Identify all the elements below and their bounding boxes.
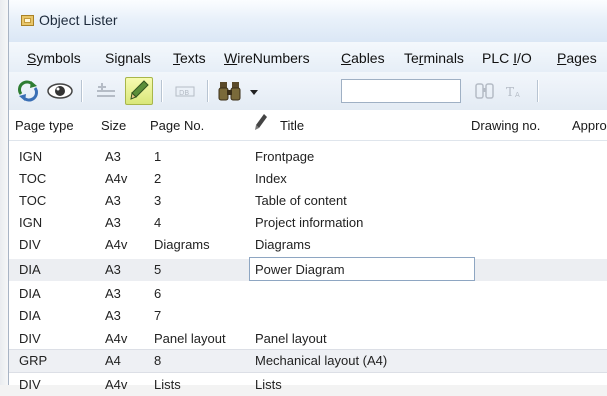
- cell-page-type: DIA: [19, 286, 41, 301]
- table-row[interactable]: DIV A4v Panel layout Panel layout: [9, 328, 607, 350]
- cell-page-type: DIA: [19, 308, 41, 323]
- menu-bar: Symbols Signals Texts WireNumbers Cables…: [9, 42, 607, 73]
- cell-page-type: GRP: [19, 353, 48, 368]
- toolbar-separator: [537, 80, 538, 102]
- menu-cables[interactable]: Cables: [341, 50, 385, 66]
- window-icon: [21, 15, 34, 26]
- cell-page-type: TOC: [19, 193, 47, 208]
- window-left-edge: [0, 0, 8, 385]
- toolbar-separator: [81, 80, 82, 102]
- table-row[interactable]: DIA A3 6: [9, 283, 607, 305]
- cell-size: A3: [105, 286, 121, 301]
- table-row[interactable]: TOC A3 3 Table of content: [9, 190, 607, 212]
- cell-title: Project information: [255, 215, 364, 230]
- cell-page-type: DIV: [19, 237, 41, 252]
- pencil-icon[interactable]: [125, 77, 153, 105]
- table-row[interactable]: IGN A3 1 Frontpage: [9, 146, 607, 168]
- table-row[interactable]: TOC A4v 2 Index: [9, 168, 607, 190]
- cell-title: Frontpage: [255, 149, 315, 164]
- column-page-type[interactable]: Page type: [15, 118, 74, 133]
- toolbar-separator: [161, 80, 162, 102]
- cell-page-no: Diagrams: [154, 237, 210, 252]
- toolbar: DB T A: [9, 72, 607, 111]
- grid-header: Page type Size Page No. Title Drawing no…: [9, 110, 607, 141]
- window-title: Object Lister: [39, 12, 118, 28]
- cell-title: Diagrams: [255, 237, 311, 252]
- cell-page-no: Panel layout: [154, 331, 226, 346]
- table-row-selected[interactable]: DIA A3 5 Power Diagram: [9, 257, 607, 281]
- object-lister-window: Object Lister Symbols Signals Texts Wire…: [8, 0, 607, 392]
- refresh-icon[interactable]: [15, 78, 41, 104]
- cell-title: Panel layout: [255, 331, 327, 346]
- svg-text:T: T: [506, 85, 514, 99]
- cell-page-type: DIA: [19, 262, 41, 277]
- table-row[interactable]: IGN A3 4 Project information: [9, 212, 607, 234]
- binoculars-icon[interactable]: [215, 78, 245, 104]
- cell-title: Table of content: [255, 193, 347, 208]
- cell-page-no: 1: [154, 149, 162, 164]
- column-size[interactable]: Size: [101, 118, 126, 133]
- menu-symbols[interactable]: Symbols: [27, 50, 81, 66]
- menu-terminals[interactable]: Terminals: [404, 50, 464, 66]
- menu-pages[interactable]: Pages: [557, 50, 597, 66]
- column-approved[interactable]: Appro: [572, 118, 607, 133]
- title-bar[interactable]: Object Lister: [9, 0, 607, 43]
- svg-text:DB: DB: [179, 89, 189, 97]
- cell-page-type: IGN: [19, 215, 43, 230]
- text-size-icon[interactable]: T A: [503, 78, 527, 104]
- toolbar-separator: [207, 80, 208, 102]
- menu-wirenumbers[interactable]: WireNumbers: [224, 50, 310, 66]
- table-row-highlighted[interactable]: GRP A4 8 Mechanical layout (A4): [9, 349, 607, 373]
- cell-page-no: 3: [154, 193, 162, 208]
- cell-size: A3: [105, 262, 121, 277]
- menu-texts[interactable]: Texts: [173, 50, 206, 66]
- cell-page-type: TOC: [19, 171, 47, 186]
- cell-page-no: 4: [154, 215, 162, 230]
- svg-text:A: A: [515, 91, 520, 99]
- title-edit-field[interactable]: Power Diagram: [249, 257, 475, 281]
- column-title[interactable]: Title: [280, 118, 304, 133]
- cell-page-type: IGN: [19, 149, 43, 164]
- column-page-no[interactable]: Page No.: [150, 118, 204, 133]
- cell-page-no: 8: [154, 353, 162, 368]
- dropdown-arrow-icon[interactable]: [247, 78, 261, 104]
- insert-icon[interactable]: [93, 78, 119, 104]
- cell-size: A3: [105, 215, 121, 230]
- cell-size: A3: [105, 308, 121, 323]
- eye-icon[interactable]: [45, 78, 75, 104]
- cell-title: Mechanical layout (A4): [255, 353, 388, 368]
- cell-size: A4: [105, 353, 121, 368]
- menu-signals[interactable]: Signals: [105, 50, 151, 66]
- cell-page-type: DIV: [19, 331, 41, 346]
- cell-title: Power Diagram: [255, 262, 345, 277]
- table-row[interactable]: DIV A4v Lists Lists: [9, 374, 607, 396]
- cell-page-no: 6: [154, 286, 162, 301]
- table-row[interactable]: DIV A4v Diagrams Diagrams: [9, 234, 607, 256]
- menu-plc-io[interactable]: PLC I/O: [482, 50, 532, 66]
- db-icon[interactable]: DB: [171, 78, 199, 104]
- cell-title: Index: [255, 171, 287, 186]
- table-row[interactable]: DIA A3 7: [9, 305, 607, 327]
- column-drawing-no[interactable]: Drawing no.: [471, 118, 540, 133]
- replace-icon[interactable]: [471, 78, 501, 104]
- cell-page-no: 7: [154, 308, 162, 323]
- search-input[interactable]: [341, 79, 461, 103]
- cell-size: A3: [105, 193, 121, 208]
- cell-size: A4v: [105, 171, 128, 186]
- cell-size: A4v: [105, 331, 128, 346]
- cell-size: A3: [105, 149, 121, 164]
- pencil-column-icon: [254, 113, 268, 134]
- cell-size: A4v: [105, 237, 128, 252]
- cell-page-no: 2: [154, 171, 162, 186]
- cell-page-no: 5: [154, 262, 162, 277]
